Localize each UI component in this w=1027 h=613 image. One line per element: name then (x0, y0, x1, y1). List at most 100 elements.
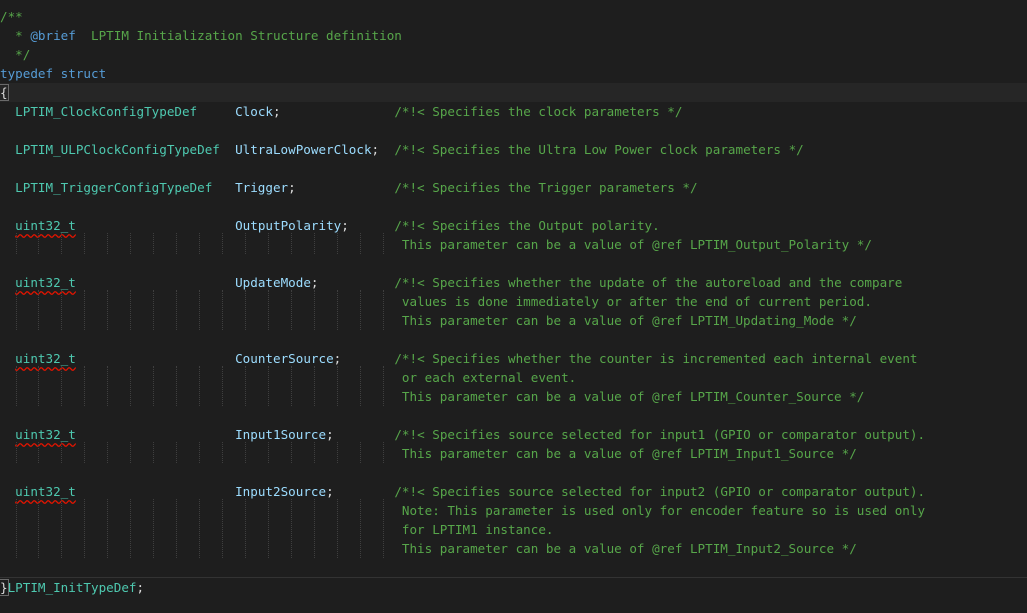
member-type: LPTIM_TriggerConfigTypeDef (15, 180, 213, 195)
indent-guide (130, 366, 131, 406)
member-name: Clock (235, 104, 273, 119)
indent-guide (107, 499, 108, 558)
indent-guide (291, 499, 292, 558)
indent-guide (222, 233, 223, 254)
indent-guide (153, 499, 154, 558)
member-type: uint32_t (15, 218, 76, 233)
code-line: This parameter can be a value of @ref LP… (0, 311, 1027, 330)
member-comment: This parameter can be a value of @ref LP… (401, 237, 872, 252)
indent-guide (314, 442, 315, 463)
member-name: UpdateMode (235, 275, 311, 290)
indent-guide (107, 366, 108, 406)
indent-guide (199, 499, 200, 558)
indent-guide (130, 233, 131, 254)
member-comment: /*!< Specifies whether the update of the… (394, 275, 903, 290)
indent-guide (130, 499, 131, 558)
indent-guide (268, 366, 269, 406)
indent-guide (245, 499, 246, 558)
indent-guide (107, 233, 108, 254)
member-comment: /*!< Specifies whether the counter is in… (394, 351, 918, 366)
indent-guide (337, 233, 338, 254)
indent-guide (245, 442, 246, 463)
member-comment: /*!< Specifies the Ultra Low Power clock… (394, 142, 804, 157)
indent-guide (199, 366, 200, 406)
member-comment: Note: This parameter is used only for en… (401, 503, 926, 518)
indent-guide (360, 499, 361, 558)
indent-guide (291, 442, 292, 463)
current-line: { (0, 83, 1027, 102)
indent-guide (38, 233, 39, 254)
indent-guide (268, 499, 269, 558)
indent-guide (337, 290, 338, 330)
code-line: * @brief LPTIM Initialization Structure … (0, 28, 402, 43)
indent-guide (130, 290, 131, 330)
indent-guide (222, 366, 223, 406)
indent-guide (337, 442, 338, 463)
indent-guide (314, 366, 315, 406)
indent-guide (199, 442, 200, 463)
indent-guide (360, 442, 361, 463)
code-line: LPTIM_ULPClockConfigTypeDef UltraLowPowe… (15, 142, 804, 157)
brief-text: LPTIM Initialization Structure definitio… (75, 28, 402, 43)
member-type: uint32_t (15, 484, 76, 499)
indent-guide (107, 290, 108, 330)
member-comment: for LPTIM1 instance. (401, 522, 554, 537)
indent-guide (16, 442, 17, 463)
indent-guide (245, 366, 246, 406)
indent-guide (130, 442, 131, 463)
indent-guide (176, 442, 177, 463)
indent-guide (38, 442, 39, 463)
code-line: uint32_t Input2Source; /*!< Specifies so… (15, 484, 926, 499)
member-type: uint32_t (15, 275, 76, 290)
member-name: UltraLowPowerClock (235, 142, 372, 157)
indent-guide (153, 290, 154, 330)
indent-guide (383, 290, 384, 330)
indent-guide (314, 290, 315, 330)
indent-guide (61, 442, 62, 463)
indent-guide (314, 233, 315, 254)
indent-guide (199, 290, 200, 330)
code-line: */ (0, 45, 1027, 64)
code-line: This parameter can be a value of @ref LP… (0, 387, 1027, 406)
member-comment: This parameter can be a value of @ref LP… (401, 446, 857, 461)
indent-guide (38, 366, 39, 406)
indent-guide (16, 233, 17, 254)
indent-guide (84, 442, 85, 463)
open-brace: { (0, 84, 9, 101)
indent-guide (268, 233, 269, 254)
indent-guide (383, 366, 384, 406)
indent-guide (153, 233, 154, 254)
indent-guide (38, 290, 39, 330)
indent-guide (199, 233, 200, 254)
indent-guide (176, 290, 177, 330)
indent-guide (153, 442, 154, 463)
close-brace: } (0, 579, 9, 596)
code-line: This parameter can be a value of @ref LP… (0, 235, 1027, 254)
code-line: This parameter can be a value of @ref LP… (0, 539, 1027, 558)
member-type: uint32_t (15, 427, 76, 442)
indent-guide (16, 290, 17, 330)
member-type: LPTIM_ClockConfigTypeDef (15, 104, 198, 119)
indent-guide (176, 366, 177, 406)
member-comment: /*!< Specifies the Output polarity. (394, 218, 660, 233)
indent-guide (222, 442, 223, 463)
member-type: uint32_t (15, 351, 76, 366)
indent-guide (360, 366, 361, 406)
indent-guide (360, 233, 361, 254)
indent-guide (337, 366, 338, 406)
indent-guide (268, 290, 269, 330)
code-line: uint32_t Input1Source; /*!< Specifies so… (15, 427, 926, 442)
code-line: LPTIM_ClockConfigTypeDef Clock; /*!< Spe… (15, 104, 683, 119)
member-type: LPTIM_ULPClockConfigTypeDef (15, 142, 220, 157)
indent-guide (153, 366, 154, 406)
code-line: uint32_t OutputPolarity; /*!< Specifies … (15, 218, 660, 233)
typedef-name: LPTIM_InitTypeDef (7, 580, 137, 595)
indent-guide (291, 233, 292, 254)
indent-guide (268, 442, 269, 463)
member-comment: This parameter can be a value of @ref LP… (401, 313, 857, 328)
struct-keyword: struct (60, 66, 107, 81)
member-comment: or each external event. (401, 370, 577, 385)
indent-guide (176, 233, 177, 254)
code-line: }LPTIM_InitTypeDef; (0, 579, 145, 596)
indent-guide (84, 233, 85, 254)
